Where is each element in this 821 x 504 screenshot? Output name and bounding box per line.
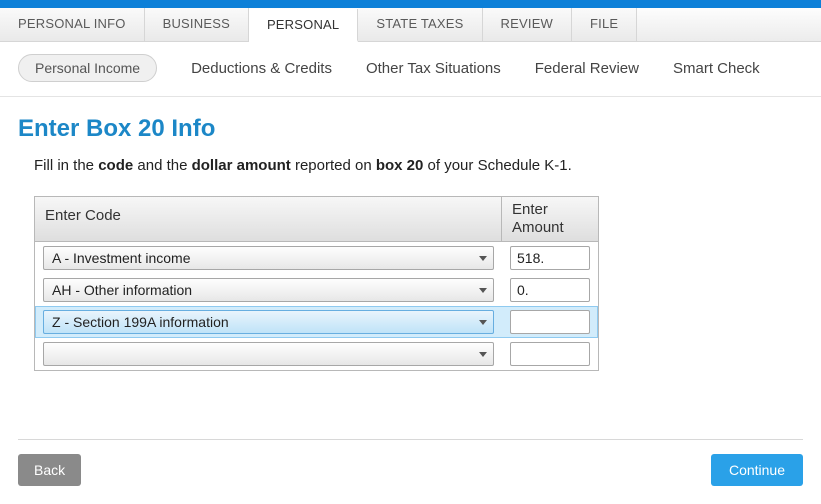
header-enter-code: Enter Code [35,197,502,241]
sub-tab-bar: Personal Income Deductions & Credits Oth… [0,42,821,97]
content-area: Enter Box 20 Info Fill in the code and t… [0,97,821,379]
table-row: AH - Other information [35,274,598,306]
tab-business[interactable]: BUSINESS [145,8,249,41]
subtab-federal-review[interactable]: Federal Review [535,60,639,77]
brand-bar [0,0,821,8]
instr-box-word: box 20 [376,157,424,174]
subtab-smart-check[interactable]: Smart Check [673,60,760,77]
subtab-other-tax-situations[interactable]: Other Tax Situations [366,60,501,77]
table-header: Enter Code Enter Amount [35,197,598,242]
dropdown-value: A - Investment income [52,250,191,266]
continue-button[interactable]: Continue [711,454,803,486]
instructions: Fill in the code and the dollar amount r… [34,157,803,174]
table-row [35,338,598,370]
main-tab-bar: PERSONAL INFO BUSINESS PERSONAL STATE TA… [0,8,821,42]
instr-text: of your Schedule K-1. [423,157,571,174]
dropdown-value: AH - Other information [52,282,192,298]
dropdown-value: Z - Section 199A information [52,314,229,330]
code-dropdown[interactable]: AH - Other information [43,278,494,302]
subtab-personal-income[interactable]: Personal Income [18,54,157,82]
header-enter-amount: Enter Amount [502,197,598,241]
footer: Back Continue [0,440,821,504]
tab-state-taxes[interactable]: STATE TAXES [358,8,482,41]
subtab-deductions-credits[interactable]: Deductions & Credits [191,60,332,77]
amount-input[interactable] [510,342,590,366]
instr-text: Fill in the [34,157,98,174]
tab-file[interactable]: FILE [572,8,637,41]
chevron-down-icon [479,288,487,293]
chevron-down-icon [479,256,487,261]
table-row: A - Investment income [35,242,598,274]
amount-input[interactable] [510,278,590,302]
instr-text: and the [133,157,191,174]
chevron-down-icon [479,320,487,325]
code-dropdown[interactable]: Z - Section 199A information [43,310,494,334]
amount-input[interactable] [510,310,590,334]
tab-personal-info[interactable]: PERSONAL INFO [0,8,145,41]
instr-dollar-word: dollar amount [192,157,291,174]
page-title: Enter Box 20 Info [18,115,803,143]
table-row: Z - Section 199A information [35,306,598,338]
chevron-down-icon [479,352,487,357]
box20-table: Enter Code Enter Amount A - Investment i… [34,196,599,371]
instr-code-word: code [98,157,133,174]
instr-text: reported on [291,157,376,174]
amount-input[interactable] [510,246,590,270]
code-dropdown[interactable] [43,342,494,366]
back-button[interactable]: Back [18,454,81,486]
code-dropdown[interactable]: A - Investment income [43,246,494,270]
tab-review[interactable]: REVIEW [483,8,572,41]
tab-personal[interactable]: PERSONAL [249,9,358,42]
